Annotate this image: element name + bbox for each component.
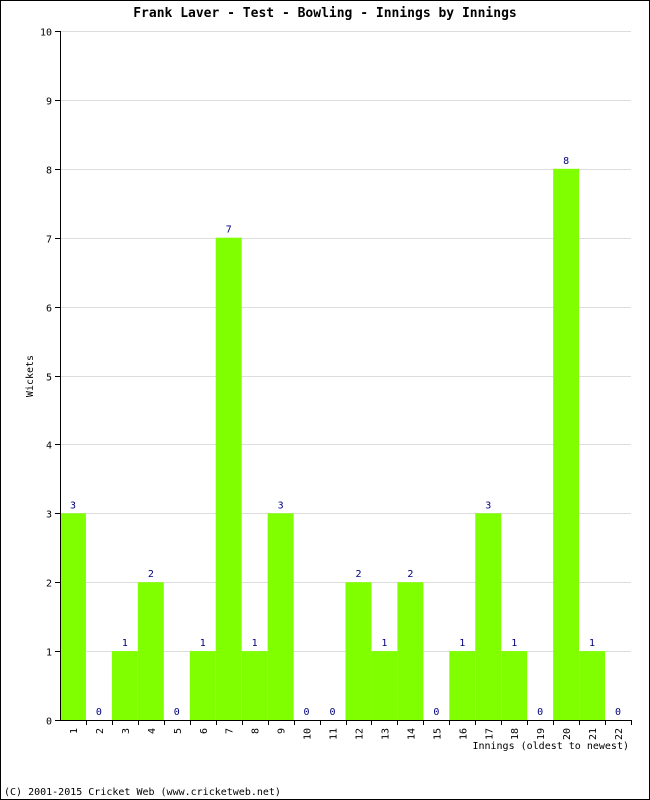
copyright-footer: (C) 2001-2015 Cricket Web (www.cricketwe…: [4, 787, 281, 798]
x-tick-labels: 1 2 3 4 5 6 7 8 9 10 11 12 13 14 15 16 17 18 19 20 21 22: [69, 728, 625, 740]
value-label: 0: [304, 707, 310, 718]
value-label: 1: [122, 638, 128, 649]
gridlines: [60, 31, 631, 652]
y-tick-label: 9: [46, 97, 52, 108]
value-label: 1: [381, 638, 387, 649]
x-tick-label: 12: [354, 728, 365, 740]
bar: [501, 651, 528, 720]
x-tick-label: 13: [380, 728, 391, 740]
value-label: 7: [226, 225, 232, 236]
value-label: 0: [330, 707, 336, 718]
x-tick-label: 19: [536, 728, 547, 740]
x-tick-label: 8: [251, 728, 262, 734]
y-axis-label: Wickets: [25, 355, 36, 397]
y-tick-label: 7: [46, 235, 52, 246]
value-label: 2: [148, 569, 154, 580]
value-label: 1: [200, 638, 206, 649]
x-tick-label: 5: [173, 728, 184, 734]
bar: [215, 237, 242, 720]
chart-title: Frank Laver - Test - Bowling - Innings b…: [133, 6, 517, 21]
x-tick-label: 15: [432, 728, 443, 740]
bowling-chart: Frank Laver - Test - Bowling - Innings b…: [4, 6, 632, 798]
x-tick-label: 1: [69, 728, 80, 734]
x-tick-label: 6: [199, 728, 210, 734]
y-tick-label: 1: [46, 648, 52, 659]
bar: [60, 513, 86, 720]
value-label: 1: [252, 638, 258, 649]
value-label: 0: [96, 707, 102, 718]
x-axis-label: Innings (oldest to newest): [472, 741, 629, 752]
x-tick-label: 7: [225, 728, 236, 734]
x-tick-label: 2: [95, 728, 106, 734]
bar: [241, 651, 268, 720]
value-label: 8: [563, 156, 569, 167]
value-label: 0: [615, 707, 621, 718]
bar: [579, 651, 606, 720]
value-label: 1: [459, 638, 465, 649]
x-tick-label: 18: [510, 728, 521, 740]
value-label: 2: [355, 569, 361, 580]
bar: [345, 582, 372, 720]
bar: [449, 651, 476, 720]
y-tick-label: 2: [46, 579, 52, 590]
bar: [189, 651, 216, 720]
value-label: 1: [589, 638, 595, 649]
y-tick-label: 8: [46, 166, 52, 177]
x-tick-label: 16: [458, 728, 469, 740]
value-label: 0: [537, 707, 543, 718]
y-tick-label: 3: [46, 510, 52, 521]
x-tick-label: 17: [484, 728, 495, 740]
value-label: 3: [485, 500, 491, 511]
bar: [475, 513, 502, 720]
value-label: 2: [407, 569, 413, 580]
bar: [553, 168, 580, 721]
x-tick-label: 3: [121, 728, 132, 734]
bar: [397, 582, 424, 720]
bar: [137, 582, 164, 720]
bar: [111, 651, 138, 720]
x-tick-label: 9: [277, 728, 288, 734]
x-tick-label: 4: [147, 728, 158, 734]
value-label: 3: [70, 500, 76, 511]
x-tick-label: 14: [406, 728, 417, 740]
y-tick-label: 5: [46, 373, 52, 384]
y-tick-label: 6: [46, 304, 52, 315]
x-tick-label: 11: [329, 728, 340, 740]
value-label: 3: [278, 500, 284, 511]
value-label: 0: [433, 707, 439, 718]
x-tick-label: 22: [614, 728, 625, 740]
x-tick-label: 21: [588, 728, 599, 740]
value-label: 0: [174, 707, 180, 718]
y-tick-label: 10: [40, 28, 52, 39]
bar: [371, 651, 398, 720]
x-tick-label: 10: [303, 728, 314, 740]
y-tick-labels: 0 1 2 3 4 5 6 7 8 9 10: [40, 28, 52, 728]
y-tick-label: 0: [46, 717, 52, 728]
y-tick-label: 4: [46, 441, 52, 452]
value-label: 1: [511, 638, 517, 649]
bar: [267, 513, 294, 720]
x-tick-label: 20: [562, 728, 573, 740]
